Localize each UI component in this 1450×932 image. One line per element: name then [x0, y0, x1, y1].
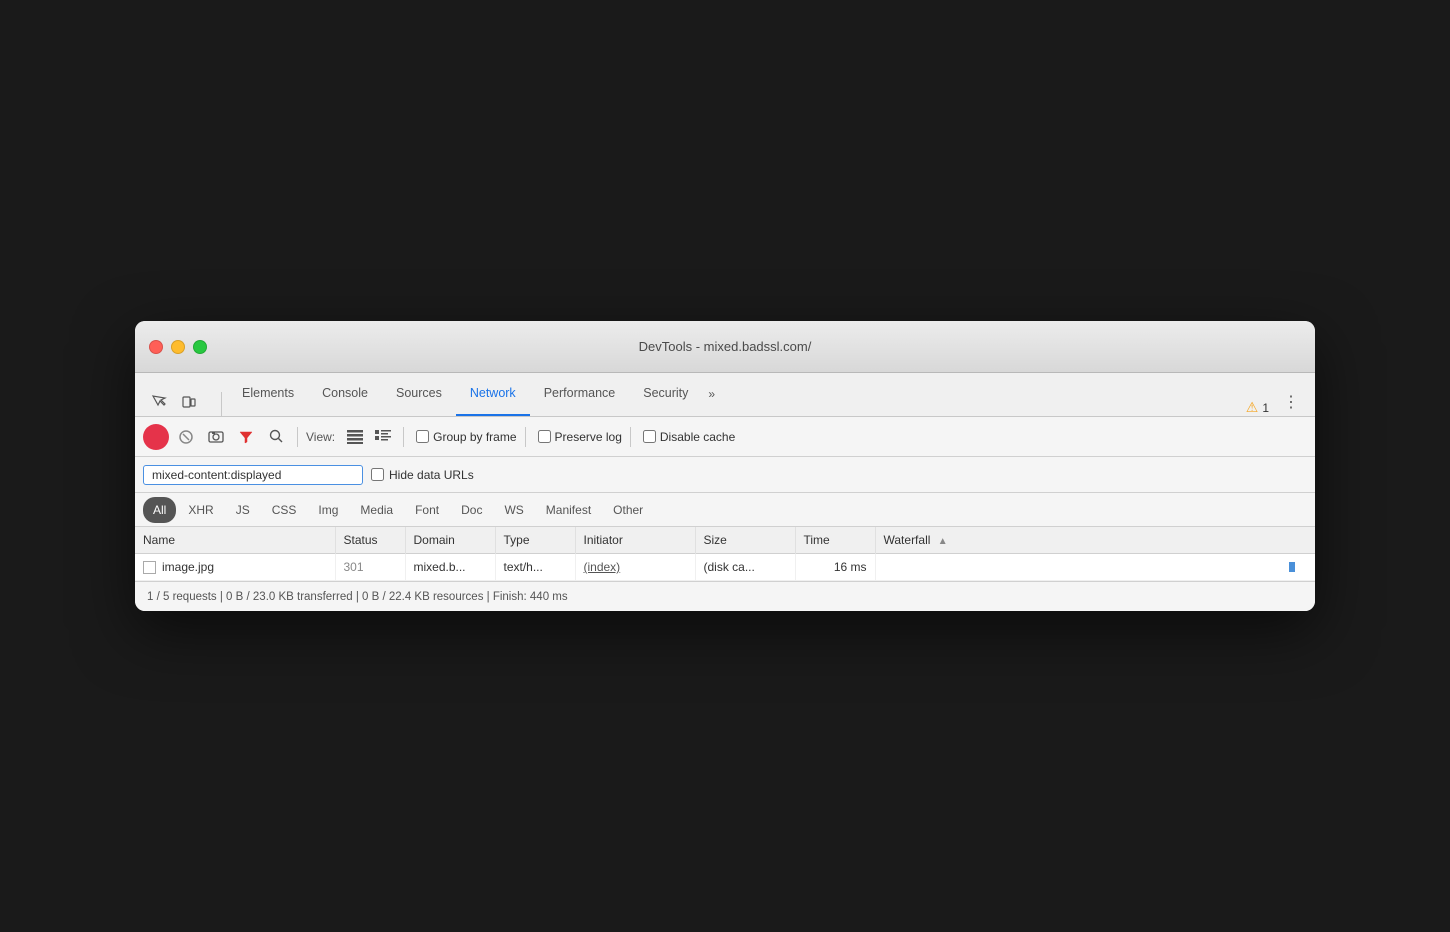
- view-details-button[interactable]: [371, 425, 395, 449]
- group-by-frame-label[interactable]: Group by frame: [416, 430, 516, 444]
- tab-network[interactable]: Network: [456, 372, 530, 416]
- warning-count: 1: [1262, 401, 1269, 415]
- screenshot-button[interactable]: [203, 424, 229, 450]
- col-waterfall[interactable]: Waterfall ▲: [875, 527, 1315, 554]
- tab-overflow-button[interactable]: »: [702, 372, 721, 416]
- type-filter-ws[interactable]: WS: [494, 497, 533, 523]
- preserve-log-text: Preserve log: [555, 430, 622, 444]
- group-by-frame-text: Group by frame: [433, 430, 516, 444]
- type-filter-xhr[interactable]: XHR: [178, 497, 223, 523]
- filter-bar: Hide data URLs: [135, 457, 1315, 493]
- toolbar-icons: [145, 388, 203, 416]
- tab-security[interactable]: Security: [629, 372, 702, 416]
- table-header-row: Name Status Domain Type Initiator Size T…: [135, 527, 1315, 554]
- type-filter-bar: All XHR JS CSS Img Media Font Doc WS Man…: [135, 493, 1315, 527]
- type-filter-all[interactable]: All: [143, 497, 176, 523]
- preserve-log-label[interactable]: Preserve log: [538, 430, 622, 444]
- preserve-log-checkbox[interactable]: [538, 430, 551, 443]
- filter-input[interactable]: [143, 465, 363, 485]
- traffic-lights: [149, 340, 207, 354]
- inspect-icon-button[interactable]: [145, 388, 173, 416]
- device-toolbar-button[interactable]: [175, 388, 203, 416]
- cell-type: text/h...: [495, 554, 575, 581]
- status-bar-text: 1 / 5 requests | 0 B / 23.0 KB transferr…: [147, 591, 568, 603]
- view-label: View:: [306, 430, 335, 444]
- record-button[interactable]: [143, 424, 169, 450]
- cell-initiator: (index): [575, 554, 695, 581]
- type-filter-doc[interactable]: Doc: [451, 497, 492, 523]
- warning-icon: ⚠: [1246, 399, 1259, 416]
- tab-performance[interactable]: Performance: [530, 372, 630, 416]
- disable-cache-checkbox[interactable]: [643, 430, 656, 443]
- type-filter-other[interactable]: Other: [603, 497, 653, 523]
- window-title: DevTools - mixed.badssl.com/: [639, 339, 812, 354]
- col-domain[interactable]: Domain: [405, 527, 495, 554]
- minimize-button[interactable]: [171, 340, 185, 354]
- cell-size: (disk ca...: [695, 554, 795, 581]
- devtools-menu-button[interactable]: ⋮: [1277, 388, 1305, 416]
- type-filter-manifest[interactable]: Manifest: [536, 497, 601, 523]
- type-filter-img[interactable]: Img: [308, 497, 348, 523]
- tab-sources[interactable]: Sources: [382, 372, 456, 416]
- hide-data-urls-label[interactable]: Hide data URLs: [371, 468, 474, 482]
- cell-time: 16 ms: [795, 554, 875, 581]
- type-filter-js[interactable]: JS: [226, 497, 260, 523]
- type-filter-font[interactable]: Font: [405, 497, 449, 523]
- disable-cache-label[interactable]: Disable cache: [643, 430, 735, 444]
- tab-console[interactable]: Console: [308, 372, 382, 416]
- waterfall-bar: [1289, 562, 1295, 572]
- table-row[interactable]: image.jpg 301 mixed.b... text/h... (inde…: [135, 554, 1315, 581]
- tab-separator: [221, 392, 222, 416]
- group-by-frame-checkbox[interactable]: [416, 430, 429, 443]
- cell-domain: mixed.b...: [405, 554, 495, 581]
- requests-table-container: Name Status Domain Type Initiator Size T…: [135, 527, 1315, 581]
- file-name: image.jpg: [162, 560, 214, 574]
- col-type[interactable]: Type: [495, 527, 575, 554]
- network-toolbar: View: Group by frame: [135, 417, 1315, 457]
- clear-button[interactable]: [173, 424, 199, 450]
- filter-button[interactable]: [233, 424, 259, 450]
- row-checkbox[interactable]: [143, 561, 156, 574]
- toolbar-divider-2: [403, 427, 404, 447]
- search-button[interactable]: [263, 424, 289, 450]
- cell-status: 301: [335, 554, 405, 581]
- col-name[interactable]: Name: [135, 527, 335, 554]
- col-initiator[interactable]: Initiator: [575, 527, 695, 554]
- tab-elements[interactable]: Elements: [228, 372, 308, 416]
- disable-cache-text: Disable cache: [660, 430, 735, 444]
- hide-data-urls-checkbox[interactable]: [371, 468, 384, 481]
- cell-name: image.jpg: [135, 554, 335, 581]
- view-list-button[interactable]: [343, 425, 367, 449]
- col-size[interactable]: Size: [695, 527, 795, 554]
- col-status[interactable]: Status: [335, 527, 405, 554]
- maximize-button[interactable]: [193, 340, 207, 354]
- type-filter-media[interactable]: Media: [350, 497, 403, 523]
- devtools-window: DevTools - mixed.badssl.com/ Elements Co…: [135, 321, 1315, 611]
- close-button[interactable]: [149, 340, 163, 354]
- tab-bar: Elements Console Sources Network Perform…: [135, 373, 1315, 417]
- hide-data-urls-text: Hide data URLs: [389, 468, 474, 482]
- sort-arrow-icon: ▲: [938, 536, 948, 547]
- toolbar-divider-3: [525, 427, 526, 447]
- cell-waterfall: [875, 554, 1315, 581]
- status-bar: 1 / 5 requests | 0 B / 23.0 KB transferr…: [135, 581, 1315, 611]
- toolbar-divider-1: [297, 427, 298, 447]
- col-time[interactable]: Time: [795, 527, 875, 554]
- type-filter-css[interactable]: CSS: [262, 497, 307, 523]
- toolbar-divider-4: [630, 427, 631, 447]
- warning-badge[interactable]: ⚠ 1: [1238, 399, 1277, 416]
- title-bar: DevTools - mixed.badssl.com/: [135, 321, 1315, 373]
- requests-table: Name Status Domain Type Initiator Size T…: [135, 527, 1315, 581]
